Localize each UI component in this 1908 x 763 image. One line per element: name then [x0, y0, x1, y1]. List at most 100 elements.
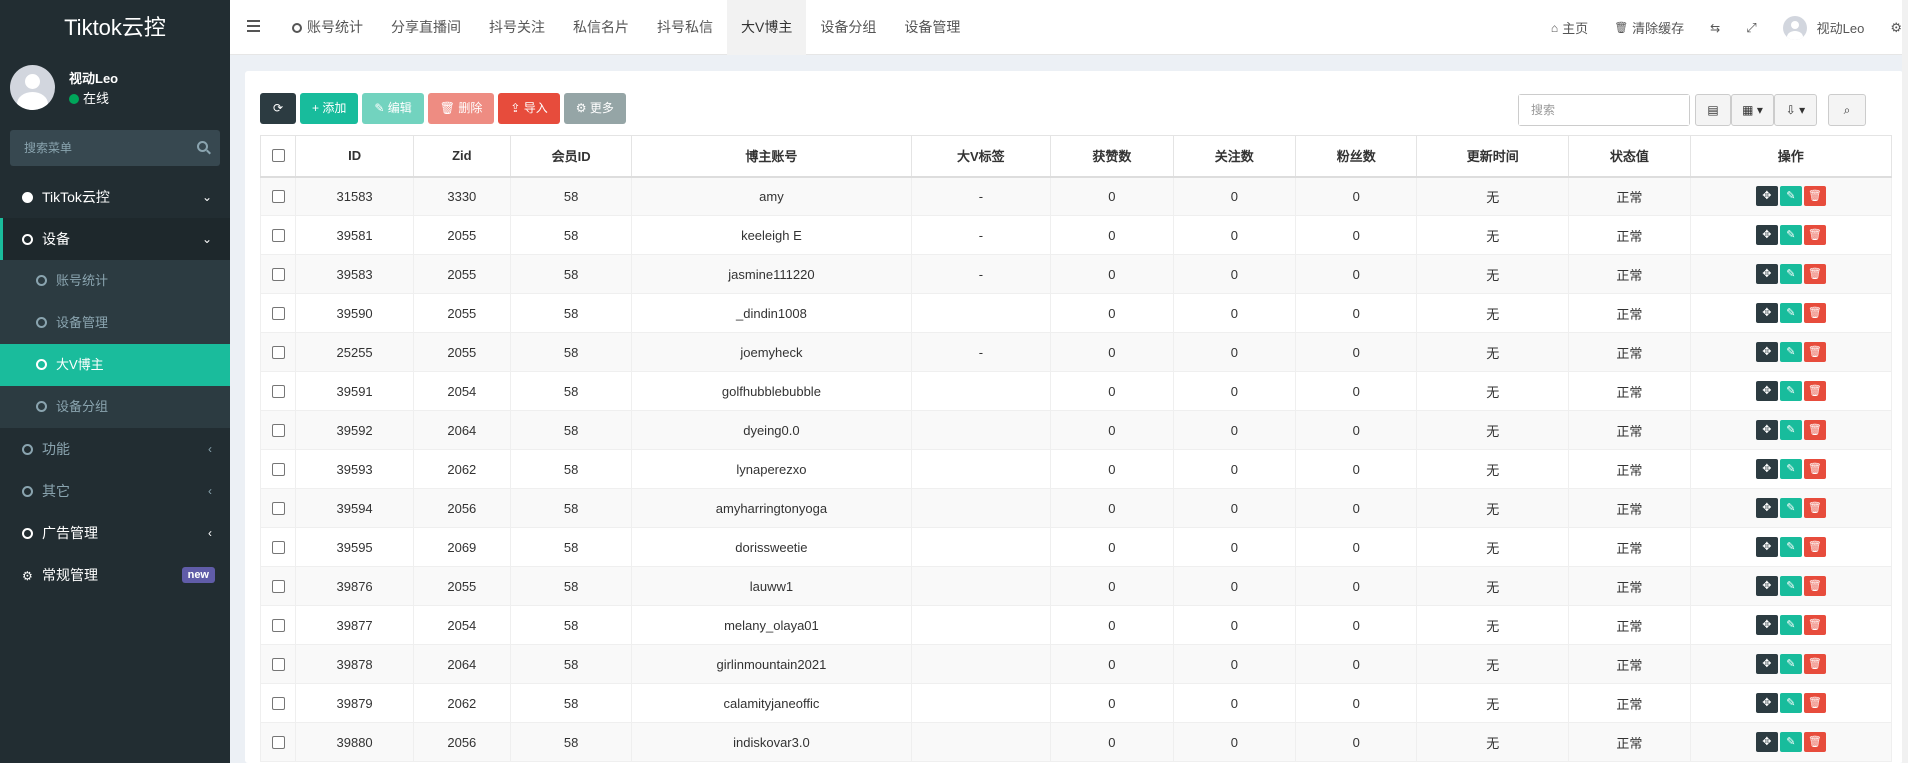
translate-icon[interactable]: ⇆ — [1697, 0, 1733, 55]
row-checkbox[interactable] — [271, 462, 285, 476]
delete-icon[interactable]: 🗑 — [1803, 186, 1826, 207]
sidebar-item-account-stats[interactable]: 账号统计 — [0, 260, 230, 302]
app-logo[interactable]: Tiktok云控 — [0, 0, 230, 55]
toggle-view-button[interactable]: ▤ — [1695, 94, 1731, 126]
column-header[interactable]: ID — [295, 135, 414, 178]
edit-icon[interactable]: ✎ — [1779, 342, 1802, 362]
row-checkbox[interactable] — [271, 501, 285, 515]
sidebar-item-function[interactable]: 功能 ‹ — [0, 428, 230, 470]
edit-icon[interactable]: ✎ — [1779, 615, 1802, 635]
edit-icon[interactable]: ✎ — [1779, 693, 1802, 713]
tab-follow[interactable]: 抖号关注 — [475, 0, 559, 55]
delete-icon[interactable]: 🗑 — [1803, 342, 1826, 362]
table-row[interactable]: 39878 2064 58 girlinmountain2021 0 0 0 无正常 ✥ ✎ 🗑 — [259, 644, 1893, 684]
row-checkbox[interactable] — [271, 306, 285, 320]
user-menu[interactable]: 视动Leo — [1770, 0, 1878, 55]
column-header[interactable]: Zid — [412, 135, 511, 178]
row-checkbox[interactable] — [271, 735, 285, 749]
tab-bigv[interactable]: 大V博主 — [727, 0, 807, 55]
edit-icon[interactable]: ✎ — [1779, 537, 1802, 557]
row-checkbox[interactable] — [271, 696, 285, 710]
search-toggle-button[interactable]: ⌕ — [1828, 94, 1866, 126]
column-header[interactable]: 大V标签 — [910, 135, 1052, 178]
edit-icon[interactable]: ✎ — [1779, 498, 1802, 518]
column-header[interactable]: 更新时间 — [1416, 135, 1570, 178]
delete-icon[interactable]: 🗑 — [1803, 732, 1826, 752]
delete-icon[interactable]: 🗑 — [1803, 576, 1826, 596]
tab-device-manage[interactable]: 设备管理 — [890, 0, 974, 55]
drag-move-icon[interactable]: ✥ — [1755, 420, 1778, 440]
page-scrollbar[interactable] — [1902, 0, 1908, 763]
drag-move-icon[interactable]: ✥ — [1755, 654, 1778, 674]
tab-dm-card[interactable]: 私信名片 — [559, 0, 643, 55]
edit-icon[interactable]: ✎ — [1779, 459, 1802, 479]
drag-move-icon[interactable]: ✥ — [1755, 459, 1778, 479]
add-button[interactable]: + 添加 — [300, 93, 359, 124]
edit-icon[interactable]: ✎ — [1779, 186, 1802, 207]
sidebar-item-other[interactable]: 其它 ‹ — [0, 470, 230, 512]
row-checkbox[interactable] — [271, 267, 285, 281]
drag-move-icon[interactable]: ✥ — [1755, 264, 1778, 284]
edit-icon[interactable]: ✎ — [1779, 420, 1802, 440]
sidebar-item-tiktok[interactable]: TikTok云控 ⌄ — [0, 176, 230, 218]
row-checkbox[interactable] — [271, 618, 285, 632]
row-checkbox[interactable] — [271, 189, 285, 203]
tab-share-live[interactable]: 分享直播间 — [377, 0, 475, 55]
table-row[interactable]: 25255 2055 58 joemyheck -0 0 0 无正常 ✥ ✎ 🗑 — [259, 332, 1893, 372]
column-header[interactable]: 博主账号 — [631, 135, 912, 178]
table-row[interactable]: 39594 2056 58 amyharringtonyoga 0 0 0 无正常 ✥ ✎ 🗑 — [259, 488, 1893, 528]
row-checkbox[interactable] — [271, 657, 285, 671]
table-row[interactable]: 31583 3330 58 amy -0 0 0 无正常 ✥ ✎ 🗑 — [259, 176, 1893, 216]
row-checkbox[interactable] — [271, 228, 285, 242]
table-row[interactable]: 39595 2069 58 dorissweetie 0 0 0 无正常 ✥ ✎ 🗑 — [259, 527, 1893, 567]
table-row[interactable]: 39581 2055 58 keeleigh E -0 0 0 无正常 ✥ ✎ 🗑 — [259, 215, 1893, 255]
sidebar-item-device-group[interactable]: 设备分组 — [0, 386, 230, 428]
table-row[interactable]: 39593 2062 58 lynaperezxo 0 0 0 无正常 ✥ ✎ 🗑 — [259, 449, 1893, 489]
columns-button[interactable]: ▦ ▾ — [1731, 94, 1774, 126]
table-row[interactable]: 39876 2055 58 lauww1 0 0 0 无正常 ✥ ✎ 🗑 — [259, 566, 1893, 606]
clear-cache-link[interactable]: 🗑 清除缓存 — [1601, 0, 1697, 55]
drag-move-icon[interactable]: ✥ — [1755, 615, 1778, 635]
table-row[interactable]: 39583 2055 58 jasmine111220-0 0 0 无正常 ✥ ✎ 🗑 — [259, 254, 1893, 294]
edit-button[interactable]: ✎ 编辑 — [362, 93, 424, 124]
row-checkbox[interactable] — [271, 384, 285, 398]
delete-icon[interactable]: 🗑 — [1803, 225, 1826, 245]
delete-button[interactable]: 🗑 删除 — [427, 93, 495, 124]
delete-icon[interactable]: 🗑 — [1803, 303, 1826, 323]
edit-icon[interactable]: ✎ — [1779, 576, 1802, 596]
delete-icon[interactable]: 🗑 — [1803, 498, 1826, 518]
column-header[interactable]: 粉丝数 — [1295, 135, 1418, 178]
select-all-checkbox[interactable] — [271, 149, 285, 163]
delete-icon[interactable]: 🗑 — [1803, 381, 1826, 401]
column-header[interactable]: 状态值 — [1568, 135, 1691, 178]
table-row[interactable]: 39880 2056 58 indiskovar3.0 0 0 0 无正常 ✥ ✎ 🗑 — [259, 722, 1893, 762]
delete-icon[interactable]: 🗑 — [1803, 654, 1826, 674]
column-header[interactable]: 获赞数 — [1050, 135, 1174, 178]
edit-icon[interactable]: ✎ — [1779, 303, 1802, 323]
row-checkbox[interactable] — [271, 579, 285, 593]
delete-icon[interactable]: 🗑 — [1803, 264, 1826, 284]
table-row[interactable]: 39591 2054 58 golfhubblebubble 0 0 0 无正常 ✥ ✎ 🗑 — [259, 371, 1893, 411]
import-button[interactable]: ⇪ 导入 — [498, 93, 560, 124]
delete-icon[interactable]: 🗑 — [1803, 420, 1826, 440]
table-row[interactable]: 39877 2054 58 melany_olaya01 0 0 0 无正常 ✥ ✎ 🗑 — [259, 605, 1893, 645]
search-icon[interactable] — [197, 141, 208, 152]
edit-icon[interactable]: ✎ — [1779, 225, 1802, 245]
row-checkbox[interactable] — [271, 540, 285, 554]
row-checkbox[interactable] — [271, 345, 285, 359]
refresh-button[interactable]: ⟳ — [260, 93, 296, 124]
delete-icon[interactable]: 🗑 — [1803, 615, 1826, 635]
drag-move-icon[interactable]: ✥ — [1755, 498, 1778, 518]
sidebar-item-general[interactable]: ⚙ 常规管理 new — [0, 554, 230, 596]
column-header[interactable]: 会员ID — [509, 135, 633, 178]
edit-icon[interactable]: ✎ — [1779, 654, 1802, 674]
table-row[interactable]: 39879 2062 58 calamityjaneoffic 0 0 0 无正常 ✥ ✎ 🗑 — [259, 683, 1893, 723]
table-row[interactable]: 39590 2055 58 _dindin1008 0 0 0 无正常 ✥ ✎ 🗑 — [259, 293, 1893, 333]
sidebar-search-input[interactable] — [10, 130, 220, 166]
delete-icon[interactable]: 🗑 — [1803, 693, 1826, 713]
drag-move-icon[interactable]: ✥ — [1755, 693, 1778, 713]
sidebar-item-device-manage[interactable]: 设备管理 — [0, 302, 230, 344]
sidebar-item-device[interactable]: 设备 ⌄ — [0, 218, 230, 260]
tab-device-group[interactable]: 设备分组 — [806, 0, 890, 55]
sidebar-item-bigv[interactable]: 大V博主 — [0, 344, 230, 386]
